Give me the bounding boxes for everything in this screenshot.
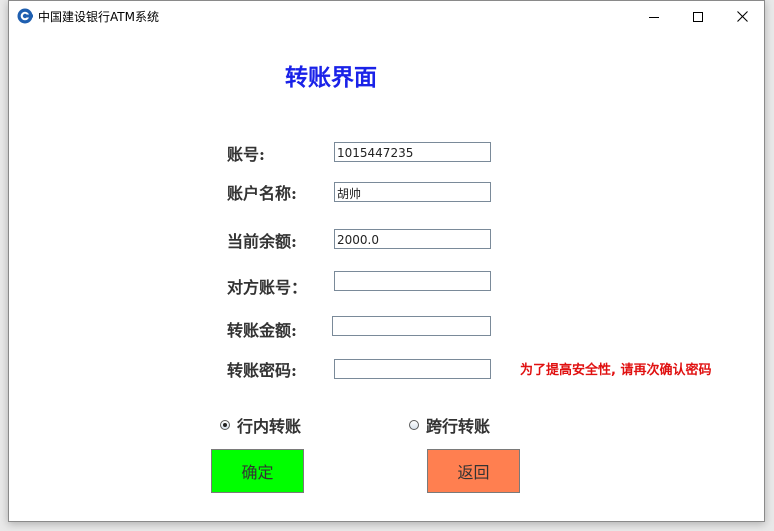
radio-intrabank-label: 行内转账: [237, 417, 302, 436]
maximize-icon: [693, 11, 703, 22]
window-title: 中国建设银行ATM系统: [38, 10, 159, 24]
confirm-button[interactable]: 确定: [211, 449, 304, 493]
password-hint: 为了提高安全性, 请再次确认密码: [520, 363, 712, 378]
target-account-label: 对方账号：: [227, 278, 308, 297]
account-label: 账号:: [227, 145, 265, 164]
minimize-button[interactable]: [631, 1, 677, 32]
radio-unselected-icon[interactable]: [409, 420, 419, 430]
account-field[interactable]: [334, 142, 491, 162]
account-name-field[interactable]: [334, 182, 491, 202]
close-button[interactable]: [719, 1, 765, 32]
password-field[interactable]: [334, 359, 491, 379]
balance-label: 当前余额:: [227, 232, 297, 251]
amount-field[interactable]: [332, 316, 491, 336]
title-bar[interactable]: 中国建设银行ATM系统: [9, 1, 764, 32]
target-account-field[interactable]: [334, 271, 491, 291]
atm-window: 中国建设银行ATM系统 转账界面 账号: 账户名称: 当前余额: 对方账号： 转…: [8, 0, 765, 522]
radio-interbank[interactable]: 跨行转账: [409, 413, 490, 437]
transfer-form: 转账界面 账号: 账户名称: 当前余额: 对方账号： 转账金额: 转账密码: 为…: [9, 32, 764, 521]
amount-label: 转账金额:: [227, 321, 297, 340]
radio-interbank-label: 跨行转账: [426, 417, 491, 436]
back-button[interactable]: 返回: [427, 449, 520, 493]
maximize-button[interactable]: [675, 1, 721, 32]
balance-field[interactable]: [334, 229, 491, 249]
radio-intrabank[interactable]: 行内转账: [220, 413, 301, 437]
page-title: 转账界面: [285, 64, 377, 91]
minimize-icon: [649, 16, 659, 18]
close-icon: [736, 11, 748, 22]
radio-selected-icon[interactable]: [220, 420, 230, 430]
bank-logo-icon: [17, 8, 33, 24]
password-label: 转账密码:: [227, 361, 297, 380]
account-name-label: 账户名称:: [227, 184, 297, 203]
